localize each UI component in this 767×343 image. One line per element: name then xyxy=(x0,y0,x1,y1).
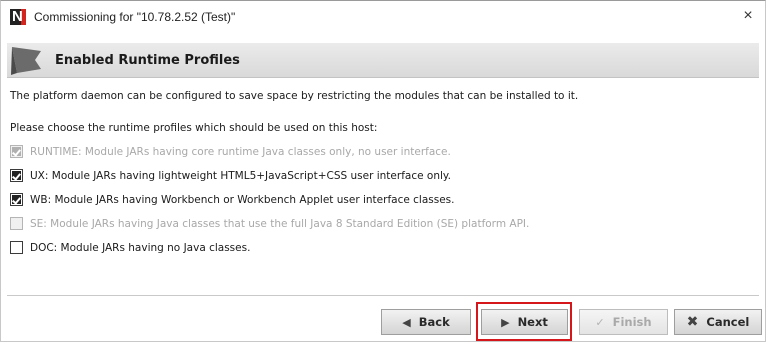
next-label: Next xyxy=(517,315,548,329)
option-ux[interactable]: UX: Module JARs having lightweight HTML5… xyxy=(10,169,451,182)
option-label: DOC: Module JARs having no Java classes. xyxy=(30,241,251,254)
option-se: SE: Module JARs having Java classes that… xyxy=(10,217,529,230)
description-text: The platform daemon can be configured to… xyxy=(10,90,579,102)
close-icon: ✖ xyxy=(686,314,699,330)
cancel-button[interactable]: ✖ Cancel xyxy=(674,309,762,335)
option-runtime: RUNTIME: Module JARs having core runtime… xyxy=(10,145,451,158)
arrow-left-icon: ◀ xyxy=(402,315,411,329)
finish-button: ✓ Finish xyxy=(579,309,668,335)
option-label: WB: Module JARs having Workbench or Work… xyxy=(30,193,455,206)
finish-label: Finish xyxy=(612,315,652,329)
back-button[interactable]: ◀ Back xyxy=(381,309,471,335)
footer-divider xyxy=(7,295,759,296)
window-title: Commissioning for "10.78.2.52 (Test)" xyxy=(34,10,236,24)
title-bar: N Commissioning for "10.78.2.52 (Test)" … xyxy=(1,1,765,33)
app-logo-icon: N xyxy=(10,9,26,25)
wb-checkbox[interactable] xyxy=(10,193,23,206)
ux-checkbox[interactable] xyxy=(10,169,23,182)
cancel-label: Cancel xyxy=(706,315,750,329)
prompt-text: Please choose the runtime profiles which… xyxy=(10,122,378,134)
option-doc[interactable]: DOC: Module JARs having no Java classes. xyxy=(10,241,250,254)
next-button[interactable]: ▶ Next xyxy=(481,309,568,335)
runtime-checkbox xyxy=(10,145,23,158)
option-label: UX: Module JARs having lightweight HTML5… xyxy=(30,169,451,182)
checkmark-icon: ✓ xyxy=(595,315,605,329)
se-checkbox xyxy=(10,217,23,230)
step-header: Enabled Runtime Profiles xyxy=(7,43,759,78)
close-button[interactable]: × xyxy=(739,7,757,25)
arrow-right-icon: ▶ xyxy=(501,315,510,329)
step-title: Enabled Runtime Profiles xyxy=(55,52,240,68)
option-label: SE: Module JARs having Java classes that… xyxy=(30,217,530,230)
back-label: Back xyxy=(418,315,450,329)
commissioning-dialog: N Commissioning for "10.78.2.52 (Test)" … xyxy=(0,0,766,342)
option-wb[interactable]: WB: Module JARs having Workbench or Work… xyxy=(10,193,455,206)
flag-icon xyxy=(11,47,41,75)
doc-checkbox[interactable] xyxy=(10,241,23,254)
option-label: RUNTIME: Module JARs having core runtime… xyxy=(30,145,451,158)
